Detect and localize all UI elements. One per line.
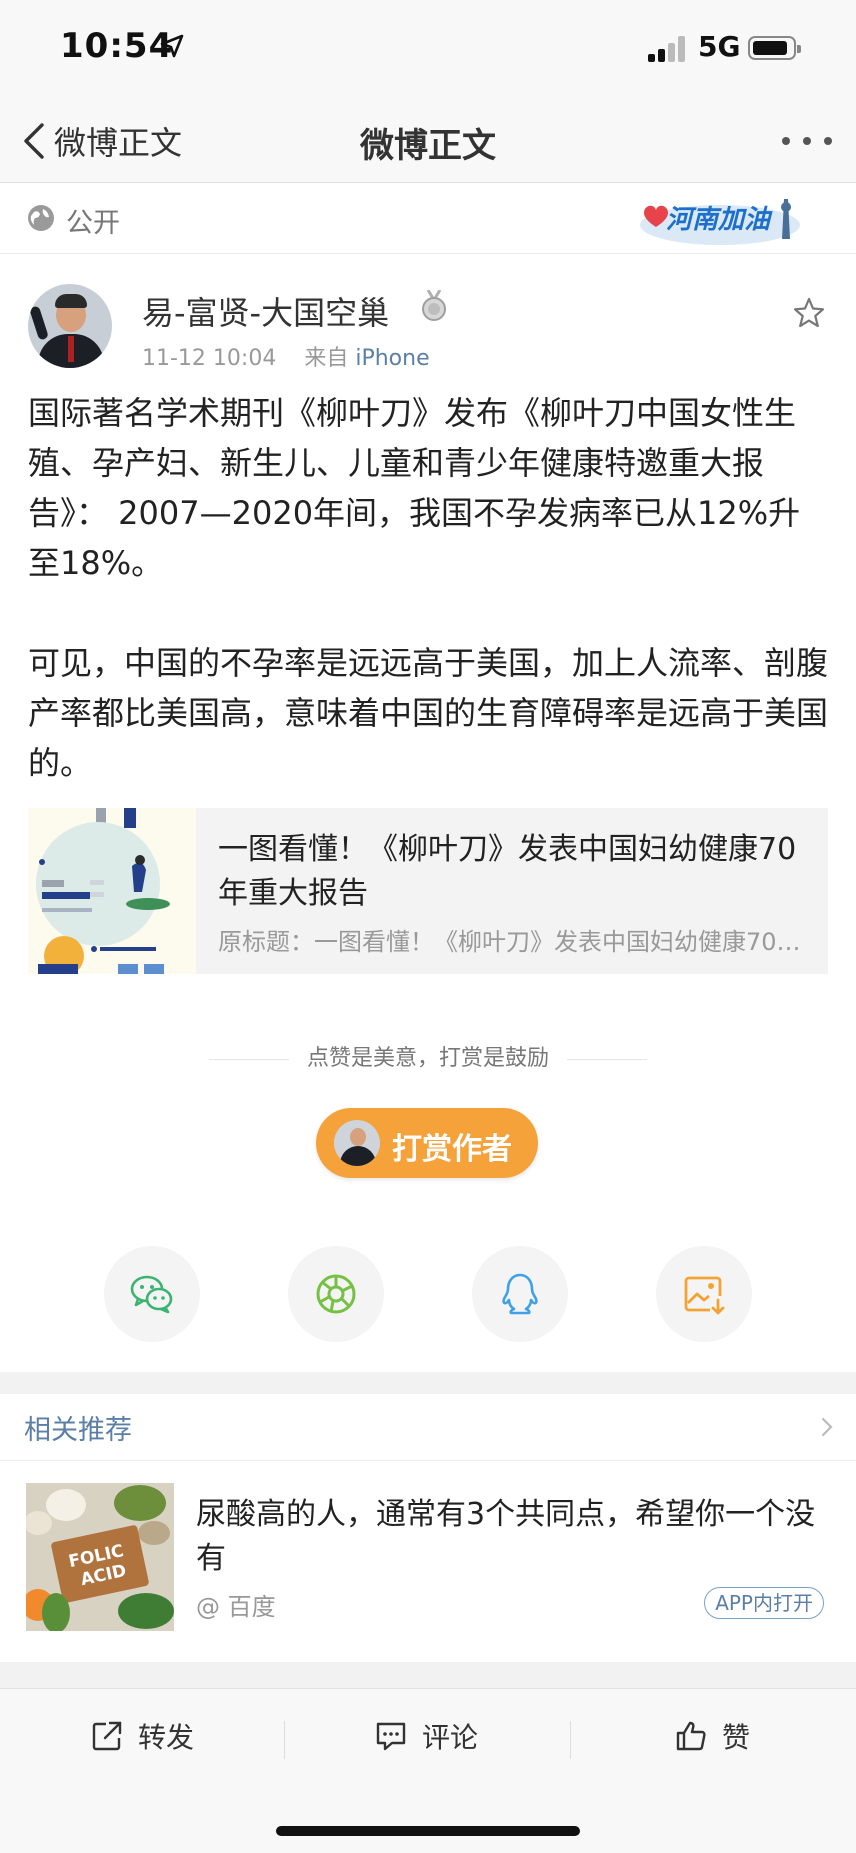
- location-arrow-icon: [160, 34, 184, 58]
- recommendation-headline: 尿酸高的人，通常有3个共同点，希望你一个没有: [196, 1497, 816, 1576]
- globe-icon: [28, 205, 54, 231]
- share-wechat-button[interactable]: [104, 1246, 200, 1342]
- visibility-label: 公开: [66, 208, 120, 239]
- recommendation-thumbnail: FOLIC ACID: [26, 1483, 174, 1631]
- status-bar: 10:54 5G: [0, 0, 856, 100]
- post-source[interactable]: iPhone: [355, 346, 429, 371]
- chevron-left-icon: [24, 123, 44, 159]
- favorite-star-icon[interactable]: [792, 296, 826, 330]
- navigation-bar: 微博正文 微博正文: [0, 100, 856, 183]
- infographic-thumbnail-art: [36, 808, 170, 974]
- battery-icon: [748, 36, 801, 60]
- post-body: 国际著名学术期刊《柳叶刀》发布《柳叶刀中国女性生殖、孕产妇、新生儿、儿童和青少年…: [28, 388, 828, 788]
- related-recommendations-title: 相关推荐: [24, 1415, 132, 1446]
- signal-strength-icon: [648, 36, 692, 62]
- more-options-button[interactable]: [782, 128, 832, 154]
- qq-icon: [502, 1273, 538, 1315]
- like-label: 赞: [722, 1721, 751, 1754]
- save-image-icon: [684, 1276, 725, 1315]
- reward-note: 点赞是美意，打赏是鼓励: [0, 1040, 856, 1072]
- article-link-card[interactable]: 一图看懂！《柳叶刀》发表中国妇幼健康70年重大报告 原标题：一图看懂！《柳叶刀》…: [28, 808, 828, 974]
- like-button[interactable]: 赞: [674, 1711, 750, 1761]
- comment-icon: [376, 1722, 406, 1751]
- toolbar-divider: [570, 1721, 571, 1759]
- article-title: 一图看懂！《柳叶刀》发表中国妇幼健康70年重大报告: [218, 832, 797, 911]
- post-paragraph: 国际著名学术期刊《柳叶刀》发布《柳叶刀中国女性生殖、孕产妇、新生儿、儿童和青少年…: [28, 394, 801, 582]
- network-type: 5G: [698, 30, 741, 63]
- reward-button-label: 打赏作者: [392, 1132, 512, 1167]
- toolbar-divider: [284, 1721, 285, 1759]
- save-image-button[interactable]: [656, 1246, 752, 1342]
- back-button[interactable]: 微博正文: [20, 118, 182, 164]
- post-meta: 11-12 10:04 来自 iPhone: [142, 340, 430, 372]
- folic-acid-photo: FOLIC ACID: [26, 1483, 174, 1631]
- moments-icon: [316, 1274, 356, 1314]
- post-paragraph: 可见，中国的不孕率是远远高于美国，加上人流率、剖腹产率都比美国高，意味着中国的生…: [28, 644, 829, 782]
- reward-avatar: [334, 1120, 380, 1166]
- thumbs-up-icon: [676, 1721, 706, 1751]
- status-time: 10:54: [60, 26, 174, 66]
- reward-author-button[interactable]: 打赏作者: [316, 1108, 538, 1178]
- repost-label: 转发: [138, 1721, 195, 1754]
- section-separator: [0, 1372, 856, 1394]
- related-recommendations-header[interactable]: 相关推荐: [0, 1394, 856, 1461]
- author-avatar[interactable]: [28, 284, 112, 368]
- post-source-prefix: 来自: [304, 346, 349, 371]
- share-qq-button[interactable]: [472, 1246, 568, 1342]
- back-label: 微博正文: [54, 124, 183, 162]
- open-in-app-button[interactable]: APP内打开: [704, 1587, 824, 1619]
- share-moments-button[interactable]: [288, 1246, 384, 1342]
- recommendation-source: @ 百度: [196, 1593, 276, 1621]
- visibility-row: 公开 河南加油: [0, 183, 856, 254]
- recommendation-item[interactable]: FOLIC ACID 尿酸高的人，通常有3个共同点，希望你一个没有 @ 百度 A…: [0, 1461, 856, 1659]
- author-name[interactable]: 易-富贤-大国空巢: [142, 288, 389, 334]
- medal-icon: [422, 290, 446, 321]
- section-separator: [0, 1662, 856, 1688]
- repost-icon: [92, 1721, 122, 1751]
- comment-label: 评论: [422, 1721, 479, 1754]
- wechat-icon: [130, 1275, 173, 1314]
- home-indicator: [276, 1826, 580, 1836]
- chevron-right-icon: [821, 1417, 833, 1437]
- henan-badge-text: 河南加油: [666, 205, 771, 235]
- comment-button[interactable]: 评论: [374, 1711, 478, 1761]
- post-timestamp: 11-12 10:04: [142, 346, 277, 371]
- article-thumbnail: [28, 808, 196, 974]
- reward-note-text: 点赞是美意，打赏是鼓励: [306, 1046, 549, 1071]
- article-subtitle: 原标题：一图看懂！《柳叶刀》发表中国妇幼健康70年重大报告: [218, 928, 808, 956]
- henan-jiayou-badge: 河南加油: [636, 189, 804, 249]
- repost-button[interactable]: 转发: [90, 1711, 194, 1761]
